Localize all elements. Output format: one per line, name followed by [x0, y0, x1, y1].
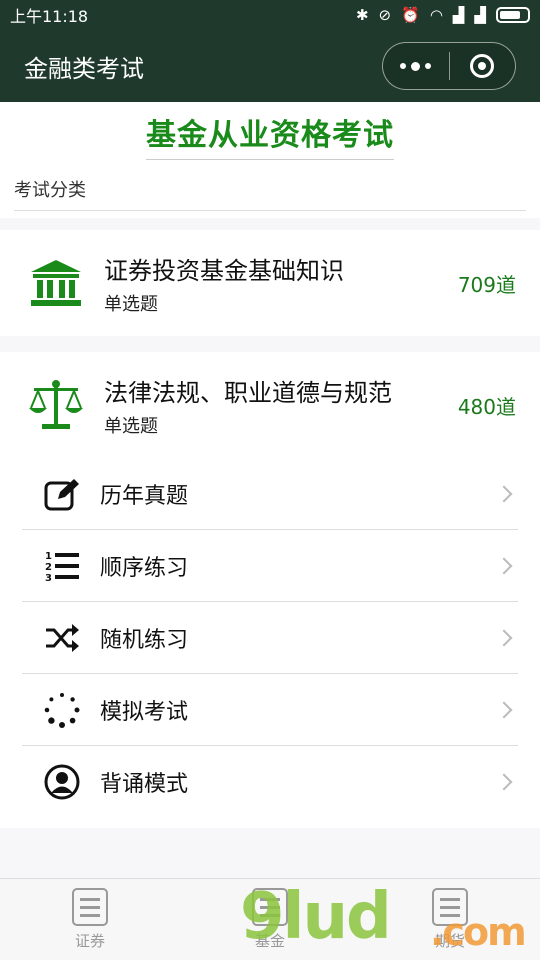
list-icon [72, 888, 108, 926]
subject-card-1: 证券投资基金基础知识 单选题 709道 [0, 230, 540, 336]
svg-text:1: 1 [45, 551, 52, 562]
nav-bar: 金融类考试 [0, 30, 540, 102]
signal-icon-2: ▟ [474, 6, 486, 24]
bank-building-icon [28, 255, 84, 311]
user-circle-icon [42, 762, 82, 802]
menu-item-mock-exam[interactable]: 模拟考试 [22, 674, 518, 746]
tab-funds[interactable]: 基金 [180, 879, 360, 960]
alarm-icon: ⏰ [401, 6, 420, 24]
subject-row[interactable]: 证券投资基金基础知识 单选题 709道 [0, 230, 540, 336]
subject-type: 单选题 [104, 293, 158, 315]
more-dots-icon [400, 61, 432, 71]
wifi-icon: ◠ [429, 6, 443, 24]
chevron-right-icon [495, 557, 513, 574]
list-icon [432, 888, 468, 926]
chevron-right-icon [495, 629, 513, 646]
section-label: 考试分类 [14, 160, 526, 211]
svg-text:2: 2 [45, 562, 52, 573]
more-button[interactable] [383, 43, 449, 89]
menu-item-label: 模拟考试 [100, 699, 189, 725]
edit-icon [42, 474, 82, 514]
status-time: 上午11:18 [10, 7, 89, 26]
loading-dots-icon [42, 690, 82, 730]
menu-item-label: 随机练习 [100, 627, 189, 653]
menu-item-recite[interactable]: 背诵模式 [22, 746, 518, 818]
practice-menu: 历年真题 1 2 3 顺序练习 随机练习 模拟考试 背诵模式 [0, 458, 540, 818]
signal-icon: ▟ [452, 6, 465, 24]
subject-count: 480道 [457, 394, 516, 419]
menu-item-random[interactable]: 随机练习 [22, 602, 518, 674]
tab-label: 基金 [254, 932, 285, 950]
menu-item-label: 背诵模式 [100, 772, 189, 797]
chevron-right-icon [495, 485, 513, 502]
shuffle-icon [42, 618, 82, 658]
chevron-right-icon [495, 701, 513, 718]
menu-item-past-exams[interactable]: 历年真题 [22, 458, 518, 530]
tab-label: 证券 [74, 932, 105, 950]
bluetooth-icon: ✱ [355, 6, 369, 24]
subject-type: 单选题 [104, 415, 158, 437]
status-bar: 上午11:18 ✱ ⊘ ⏰ ◠ ▟ ▟ [0, 0, 540, 30]
subject-name: 法律法规、职业道德与规范 [104, 378, 392, 407]
nav-title: 金融类考试 [24, 54, 144, 83]
svg-text:3: 3 [45, 573, 52, 583]
battery-icon [496, 7, 530, 23]
numbered-list-icon: 1 2 3 [42, 546, 82, 586]
target-icon [470, 54, 495, 78]
tab-bar: 证券 基金 期货 [0, 878, 540, 960]
subject-name: 证券投资基金基础知识 [104, 256, 344, 285]
subject-count: 709道 [457, 272, 516, 297]
tab-securities[interactable]: 证券 [0, 879, 180, 960]
chevron-right-icon [495, 773, 513, 791]
menu-item-sequential[interactable]: 1 2 3 顺序练习 [22, 530, 518, 602]
close-button[interactable] [450, 43, 516, 89]
tab-futures[interactable]: 期货 [360, 879, 540, 960]
page-title: 基金从业资格考试 [146, 110, 394, 160]
mini-program-capsule [382, 42, 516, 90]
subject-row[interactable]: 法律法规、职业道德与规范 单选题 480道 [0, 352, 540, 458]
scales-icon [28, 377, 84, 433]
menu-item-label: 历年真题 [100, 483, 189, 509]
menu-item-label: 顺序练习 [100, 555, 189, 581]
subject-card-2: 法律法规、职业道德与规范 单选题 480道 历年真题 1 2 3 顺序练习 随机… [0, 352, 540, 828]
mute-icon: ⊘ [378, 6, 392, 24]
tab-label: 期货 [434, 932, 465, 950]
list-icon [252, 888, 288, 926]
